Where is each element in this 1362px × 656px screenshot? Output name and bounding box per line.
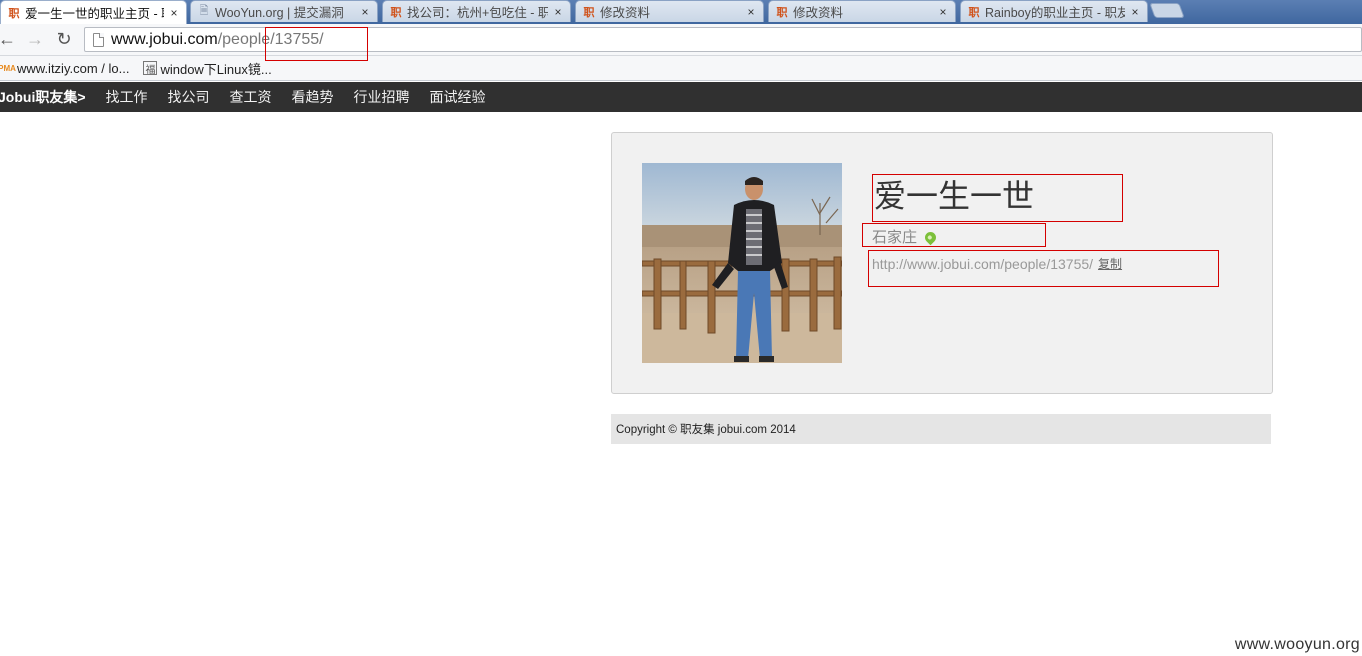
page-footer: Copyright © 职友集 jobui.com 2014: [611, 414, 1271, 444]
nav-industry-jobs[interactable]: 行业招聘: [354, 87, 410, 107]
url-path: /people/13755/: [217, 30, 324, 48]
tab-edit-profile-1[interactable]: 职 修改资料 ×: [575, 0, 764, 22]
tab-title: 修改资料: [793, 6, 844, 20]
tab-wooyun[interactable]: 🗎 WooYun.org | 提交漏洞 ×: [190, 0, 378, 22]
new-tab-button[interactable]: [1149, 3, 1185, 18]
page-icon: [93, 32, 104, 47]
browser-toolbar: ← → ↻ www.jobui.com/people/13755/: [0, 24, 1362, 56]
avatar-photo: [642, 163, 842, 363]
bookmark-linux-mirror[interactable]: 福 window下Linux镜...: [143, 59, 272, 78]
bookmark-itziy[interactable]: PMA www.itziy.com / lo...: [0, 61, 129, 76]
profile-url-row: http://www.jobui.com/people/13755/ 复制: [872, 255, 1122, 272]
tab-title: WooYun.org | 提交漏洞: [215, 6, 344, 20]
url-host: www.jobui.com: [111, 30, 218, 48]
nav-interview[interactable]: 面试经验: [430, 87, 486, 107]
nav-trends[interactable]: 看趋势: [292, 87, 334, 107]
bookmark-label: www.itziy.com / lo...: [17, 60, 130, 76]
profile-location: 石家庄: [872, 226, 939, 247]
tab-find-company[interactable]: 职 找公司：杭州+包吃住 - 职 ×: [382, 0, 571, 22]
doc-icon: 🗎: [199, 5, 209, 17]
close-tab-icon[interactable]: ×: [552, 6, 564, 18]
tab-title: 找公司：杭州+包吃住 - 职: [407, 6, 548, 20]
url-text[interactable]: www.jobui.com/people/13755/: [111, 31, 324, 49]
back-arrow-icon[interactable]: ←: [0, 28, 18, 50]
forward-arrow-icon[interactable]: →: [24, 28, 46, 50]
site-nav-bar: Jobui职友集> 找工作 找公司 查工资 看趋势 行业招聘 面试经验: [0, 82, 1362, 112]
jobui-favicon-icon: 职: [583, 6, 595, 19]
jobui-logo-link[interactable]: Jobui职友集>: [0, 87, 86, 107]
bookmark-fu-icon: 福: [143, 61, 158, 76]
close-tab-icon[interactable]: ×: [745, 6, 757, 18]
jobui-favicon-icon: 职: [390, 6, 402, 19]
location-text: 石家庄: [872, 229, 918, 246]
jobui-favicon-icon: 职: [8, 7, 20, 20]
nav-salary[interactable]: 查工资: [230, 87, 272, 107]
tab-rainboy-profile[interactable]: 职 Rainboy的职业主页 - 职友 ×: [960, 0, 1148, 22]
profile-name: 爱一生一世: [874, 177, 1035, 215]
avatar: [642, 163, 842, 363]
tab-active-profile[interactable]: 职 爱一生一世的职业主页 - 职 ×: [0, 0, 187, 24]
close-tab-icon[interactable]: ×: [1129, 6, 1141, 18]
watermark: www.wooyun.org: [1234, 636, 1360, 653]
bookmark-label: window下Linux镜...: [160, 61, 272, 77]
location-pin-icon: [922, 229, 939, 246]
profile-card: 爱一生一世 石家庄 http://www.jobui.com/people/13…: [611, 132, 1273, 394]
bookmarks-bar: PMA www.itziy.com / lo... 福 window下Linux…: [0, 56, 1362, 81]
phpmyadmin-icon: PMA: [0, 63, 16, 73]
browser-tab-strip: 职 爱一生一世的职业主页 - 职 × 🗎 WooYun.org | 提交漏洞 ×…: [0, 0, 1362, 24]
copyright-text: Copyright © 职友集 jobui.com 2014: [616, 424, 796, 436]
tab-title: 爱一生一世的职业主页 - 职: [25, 7, 164, 21]
jobui-favicon-icon: 职: [968, 6, 980, 19]
tab-title: 修改资料: [600, 6, 651, 20]
close-tab-icon[interactable]: ×: [359, 6, 371, 18]
tab-edit-profile-2[interactable]: 职 修改资料 ×: [768, 0, 956, 22]
close-tab-icon[interactable]: ×: [168, 7, 180, 19]
close-tab-icon[interactable]: ×: [937, 6, 949, 18]
copy-url-link[interactable]: 复制: [1098, 255, 1122, 272]
nav-find-company[interactable]: 找公司: [168, 87, 210, 107]
profile-url: http://www.jobui.com/people/13755/: [872, 255, 1094, 272]
nav-find-job[interactable]: 找工作: [106, 87, 148, 107]
tab-title: Rainboy的职业主页 - 职友: [985, 6, 1125, 20]
jobui-favicon-icon: 职: [776, 6, 788, 19]
reload-icon[interactable]: ↻: [53, 28, 75, 50]
address-bar[interactable]: www.jobui.com/people/13755/: [84, 27, 1362, 52]
